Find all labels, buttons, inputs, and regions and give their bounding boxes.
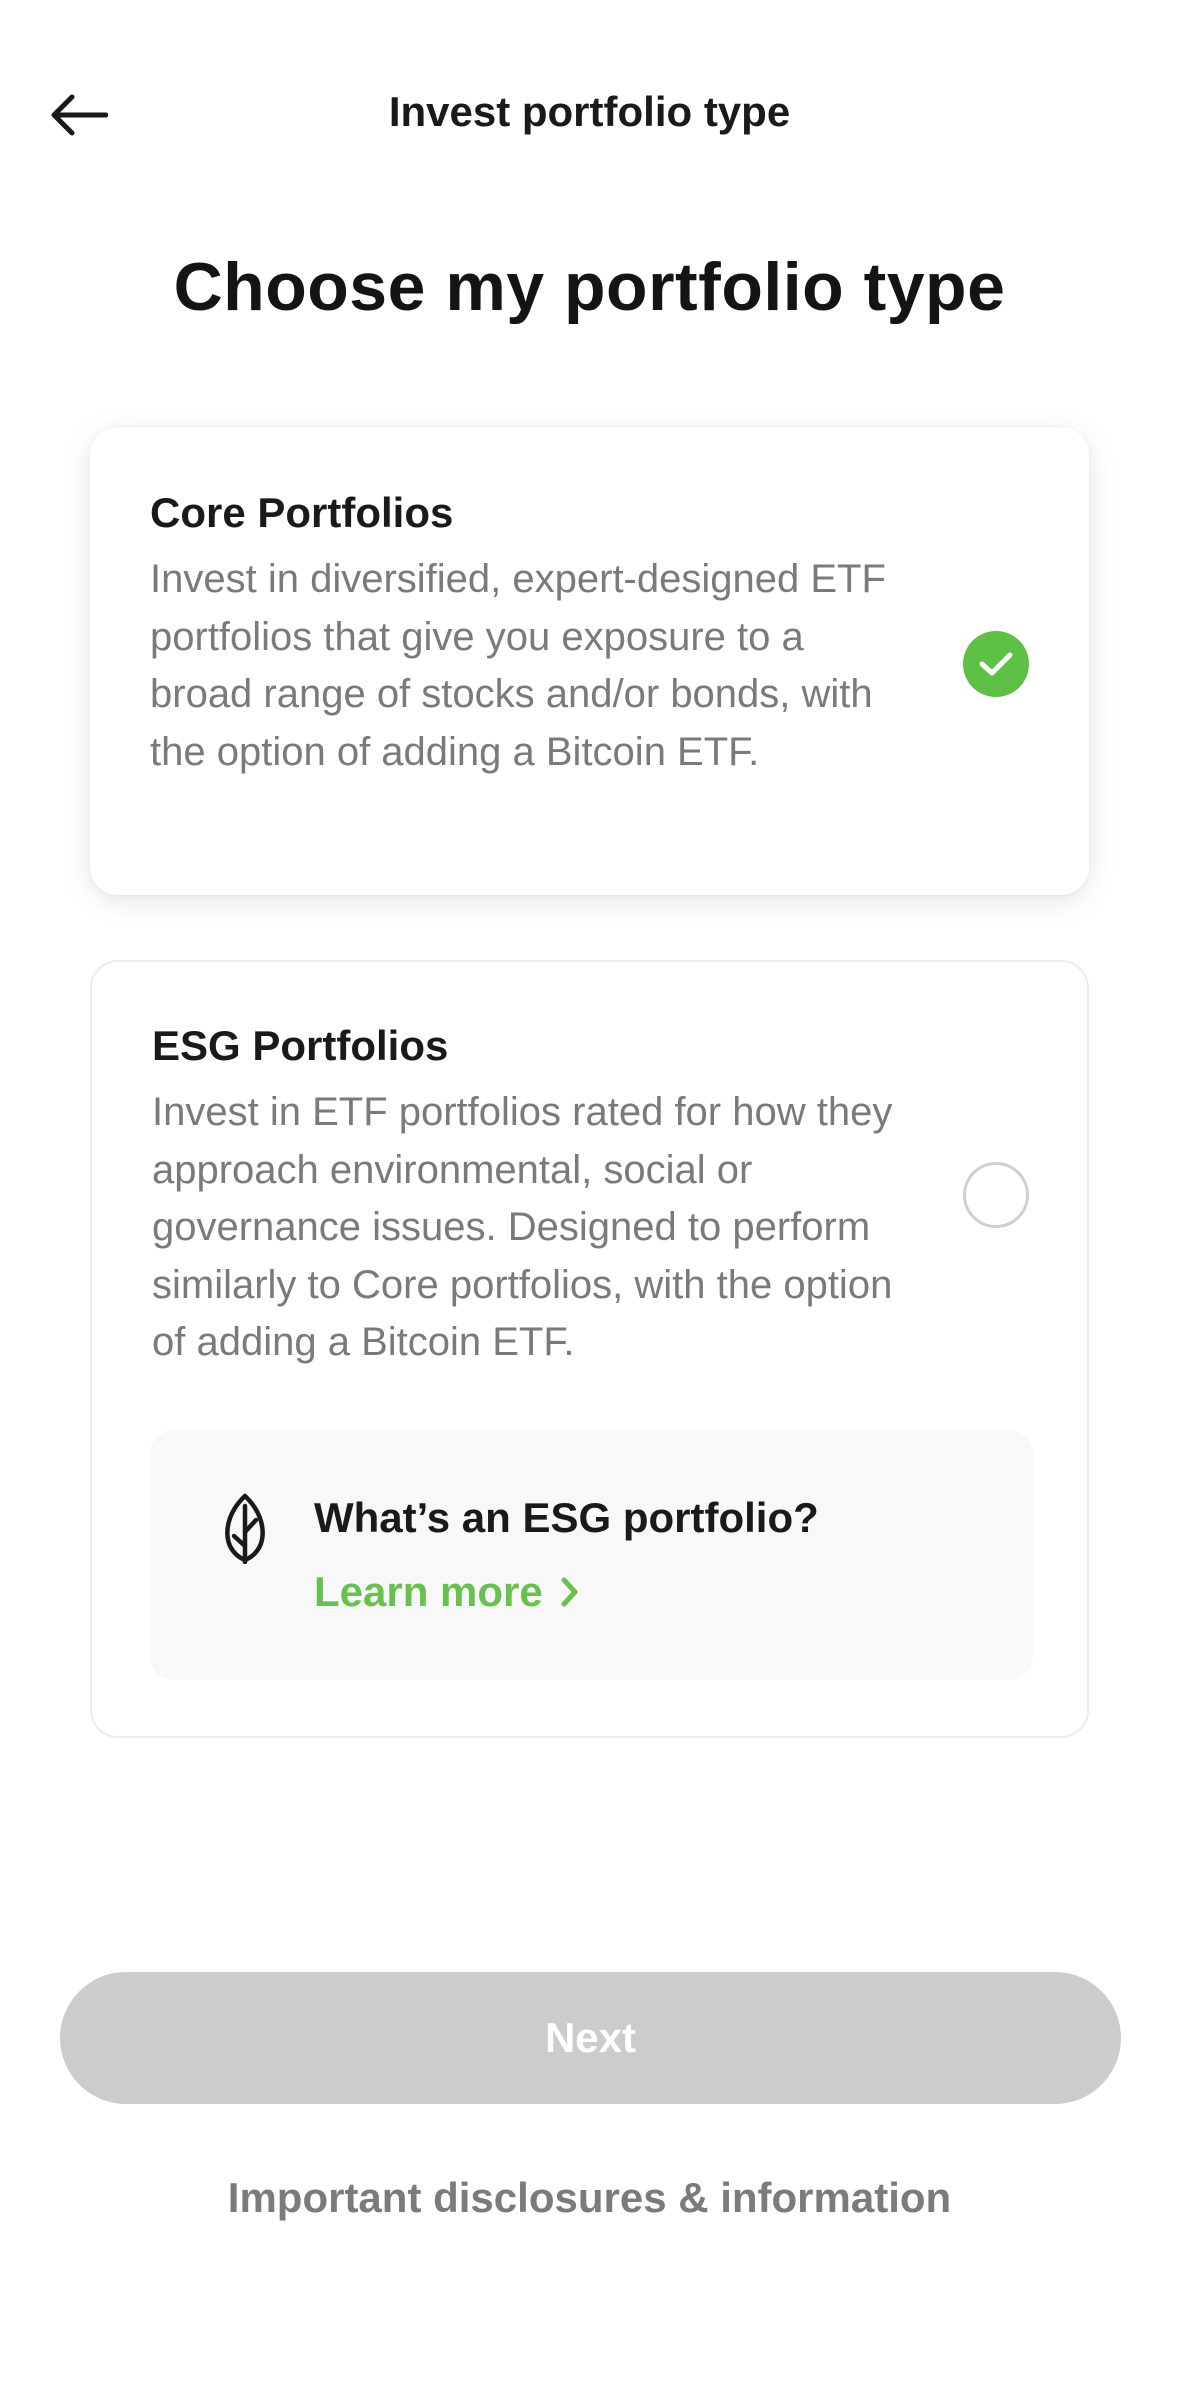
portfolio-type-screen: Invest portfolio type Choose my portfoli… [0, 0, 1179, 2396]
radio-selected-check-icon[interactable] [963, 631, 1029, 697]
learn-more-link[interactable]: Learn more [314, 1568, 579, 1616]
option-title: ESG Portfolios [152, 1022, 449, 1069]
checkmark-icon [979, 652, 1013, 676]
option-title: Core Portfolios [150, 489, 454, 536]
core-portfolios-option[interactable]: Core Portfolios Invest in diversified, e… [90, 427, 1089, 895]
option-description: Invest in diversified, expert-designed E… [150, 557, 886, 774]
learn-more-label: Learn more [314, 1568, 543, 1615]
chevron-right-icon [561, 1577, 578, 1607]
leaf-icon [225, 1493, 265, 1564]
esg-info-title: What’s an ESG portfolio? [314, 1494, 819, 1541]
page-title: Choose my portfolio type [173, 249, 1006, 325]
disclosures-link[interactable]: Important disclosures & information [0, 2174, 1179, 2222]
header: Invest portfolio type [0, 0, 1179, 230]
option-description: Invest in ETF portfolios rated for how t… [152, 1090, 893, 1364]
next-button[interactable]: Next [60, 1972, 1121, 2104]
esg-portfolios-option[interactable]: ESG Portfolios Invest in ETF portfolios … [90, 960, 1089, 1738]
radio-unselected[interactable] [963, 1162, 1029, 1228]
header-title: Invest portfolio type [388, 88, 791, 135]
esg-info-box: What’s an ESG portfolio? Learn more [150, 1430, 1033, 1680]
